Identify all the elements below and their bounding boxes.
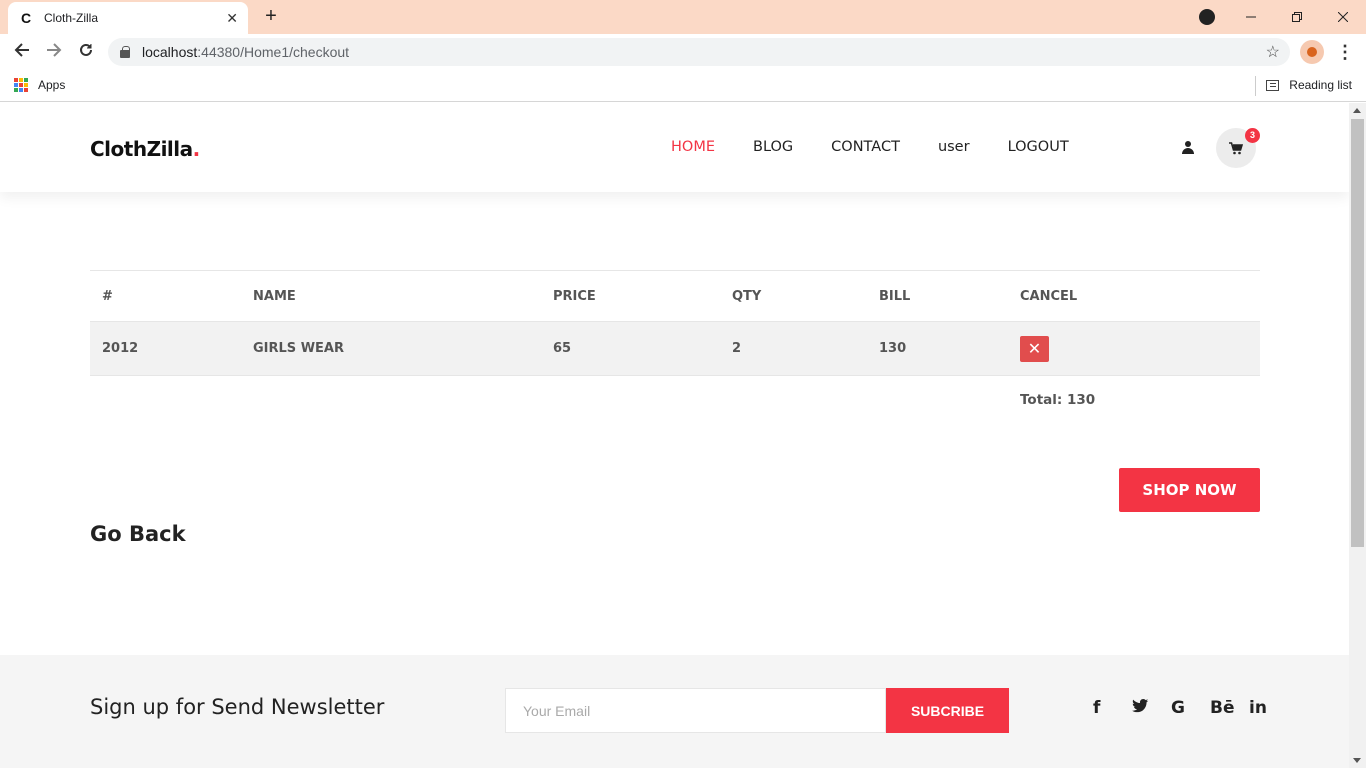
minimize-button[interactable] — [1228, 0, 1274, 34]
bookmarks-divider — [1255, 76, 1256, 96]
newsletter-footer: Sign up for Send Newsletter SUBCRIBE f G… — [0, 655, 1349, 768]
url-host: localhost — [142, 44, 198, 60]
column-header-cancel: CANCEL — [1008, 270, 1260, 322]
page-content: ClothZilla. HOME BLOG CONTACT user LOGOU… — [0, 103, 1349, 768]
reading-list-button[interactable]: Reading list — [1266, 78, 1352, 92]
site-header: ClothZilla. HOME BLOG CONTACT user LOGOU… — [0, 103, 1349, 192]
arrow-right-icon — [47, 43, 62, 57]
tab-close-icon[interactable]: ✕ — [226, 10, 238, 27]
linkedin-icon[interactable]: in — [1249, 698, 1288, 718]
profile-menu-icon[interactable] — [1199, 9, 1215, 25]
google-icon[interactable]: G — [1171, 698, 1210, 718]
close-window-button[interactable] — [1320, 0, 1366, 34]
cell-id: 2012 — [90, 321, 241, 376]
cart-table: # NAME PRICE QTY BILL CANCEL 2012 GIRLS … — [90, 270, 1260, 376]
apps-label: Apps — [38, 78, 66, 92]
page-scrollbar[interactable] — [1349, 103, 1366, 768]
shop-now-button[interactable]: SHOP NOW — [1119, 468, 1260, 512]
url-path: :44380/Home1/checkout — [197, 44, 350, 60]
twitter-icon[interactable] — [1132, 698, 1171, 718]
email-input[interactable] — [505, 688, 886, 733]
back-button[interactable] — [10, 40, 34, 64]
close-icon — [1338, 12, 1348, 22]
lock-icon — [120, 46, 130, 58]
browser-menu-icon[interactable]: ⋮ — [1336, 40, 1354, 64]
reload-icon — [80, 43, 92, 56]
arrow-left-icon — [14, 43, 29, 57]
order-total: Total: 130 — [1020, 392, 1096, 408]
cell-bill: 130 — [867, 321, 1008, 376]
scroll-thumb[interactable] — [1351, 119, 1364, 547]
address-bar[interactable]: localhost:44380/Home1/checkout ☆ — [108, 38, 1290, 66]
column-header-price: PRICE — [541, 270, 720, 322]
reload-button[interactable] — [74, 40, 98, 64]
nav-logout[interactable]: LOGOUT — [1008, 139, 1069, 155]
main-nav: HOME BLOG CONTACT user LOGOUT — [671, 139, 1107, 155]
apps-shortcut[interactable]: Apps — [14, 78, 65, 92]
facebook-icon[interactable]: f — [1093, 698, 1132, 718]
remove-item-button[interactable]: ✕ — [1020, 335, 1049, 362]
cell-price: 65 — [541, 321, 720, 376]
twitter-bird-icon — [1132, 699, 1149, 713]
apps-grid-icon — [14, 78, 28, 92]
cell-cancel: ✕ — [1008, 321, 1260, 376]
reading-list-icon — [1266, 79, 1280, 91]
cart-count-badge: 3 — [1245, 128, 1260, 143]
minimize-icon — [1246, 16, 1256, 18]
column-header-qty: QTY — [720, 270, 867, 322]
social-links: f G Bē in — [1093, 698, 1288, 718]
column-header-name: NAME — [241, 270, 541, 322]
column-header-id: # — [90, 270, 241, 322]
behance-icon[interactable]: Bē — [1210, 698, 1249, 718]
table-header-row: # NAME PRICE QTY BILL CANCEL — [90, 270, 1260, 322]
column-header-bill: BILL — [867, 270, 1008, 322]
browser-toolbar: localhost:44380/Home1/checkout ☆ ⋮ — [0, 34, 1366, 70]
logo-text: ClothZilla — [90, 137, 193, 161]
nav-home[interactable]: HOME — [671, 139, 715, 155]
scroll-up-icon[interactable] — [1353, 108, 1361, 113]
bookmark-star-icon[interactable]: ☆ — [1266, 42, 1280, 62]
new-tab-button[interactable]: + — [260, 6, 282, 28]
subscribe-button[interactable]: SUBCRIBE — [886, 688, 1009, 733]
site-favicon-icon: C — [20, 10, 32, 26]
site-logo[interactable]: ClothZilla. — [90, 137, 200, 161]
cell-name: GIRLS WEAR — [241, 321, 541, 376]
nav-contact[interactable]: CONTACT — [831, 139, 900, 155]
reading-list-label: Reading list — [1289, 78, 1352, 92]
bookmarks-bar: Apps Reading list — [0, 70, 1366, 102]
nav-blog[interactable]: BLOG — [753, 139, 793, 155]
table-row: 2012 GIRLS WEAR 65 2 130 ✕ — [90, 321, 1260, 376]
avatar-person-icon — [1307, 47, 1317, 57]
nav-user[interactable]: user — [938, 139, 970, 155]
cell-qty: 2 — [720, 321, 867, 376]
restore-icon — [1292, 12, 1302, 22]
restore-button[interactable] — [1274, 0, 1320, 34]
profile-avatar[interactable] — [1300, 40, 1324, 64]
newsletter-title: Sign up for Send Newsletter — [90, 695, 385, 719]
scroll-down-icon[interactable] — [1353, 758, 1361, 763]
tab-title: Cloth-Zilla — [44, 11, 99, 25]
forward-button[interactable] — [42, 40, 66, 64]
cart-icon — [1229, 141, 1243, 154]
close-icon: ✕ — [1027, 339, 1042, 358]
browser-tab[interactable]: C Cloth-Zilla ✕ — [8, 2, 248, 34]
browser-tab-bar: C Cloth-Zilla ✕ + — [0, 0, 1366, 34]
user-icon[interactable] — [1182, 141, 1194, 155]
logo-dot: . — [192, 137, 201, 161]
go-back-link[interactable]: Go Back — [90, 522, 186, 546]
